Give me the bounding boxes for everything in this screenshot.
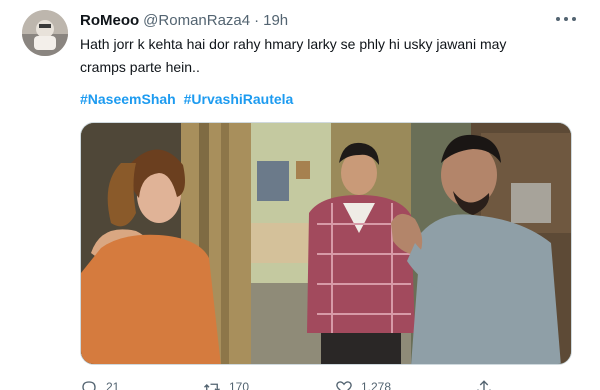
heart-icon bbox=[336, 381, 352, 390]
tweet-media-image[interactable] bbox=[80, 122, 572, 365]
like-count: 1,278 bbox=[361, 380, 392, 390]
tweet-card[interactable]: RoMeoo @RomanRaza4 · 19h Hath jorr k keh… bbox=[0, 0, 600, 390]
separator-dot: · bbox=[254, 11, 260, 29]
retweet-icon bbox=[204, 383, 220, 390]
tweet-actions: 21 170 1,278 bbox=[80, 377, 572, 390]
hashtag-link[interactable]: #UrvashiRautela bbox=[184, 91, 294, 107]
hashtag-link[interactable]: #NaseemShah bbox=[80, 91, 176, 107]
reply-icon bbox=[82, 381, 96, 390]
more-dots-icon[interactable] bbox=[556, 12, 576, 26]
share-button[interactable] bbox=[475, 377, 493, 390]
reply-count: 21 bbox=[106, 380, 120, 390]
like-button[interactable]: 1,278 bbox=[335, 377, 391, 390]
timestamp[interactable]: 19h bbox=[263, 12, 288, 29]
display-name[interactable]: RoMeoo bbox=[80, 12, 139, 29]
tweet-header: RoMeoo @RomanRaza4 · 19h bbox=[80, 10, 288, 30]
reply-button[interactable]: 21 bbox=[80, 377, 119, 390]
share-icon bbox=[477, 380, 491, 390]
hashtag-list: #NaseemShah #UrvashiRautela bbox=[80, 91, 293, 107]
user-handle[interactable]: @RomanRaza4 bbox=[143, 12, 250, 29]
retweet-count: 170 bbox=[229, 380, 250, 390]
avatar[interactable] bbox=[22, 10, 68, 56]
retweet-button[interactable]: 170 bbox=[203, 377, 249, 390]
tweet-text: Hath jorr k kehta hai dor rahy hmary lar… bbox=[80, 36, 507, 75]
